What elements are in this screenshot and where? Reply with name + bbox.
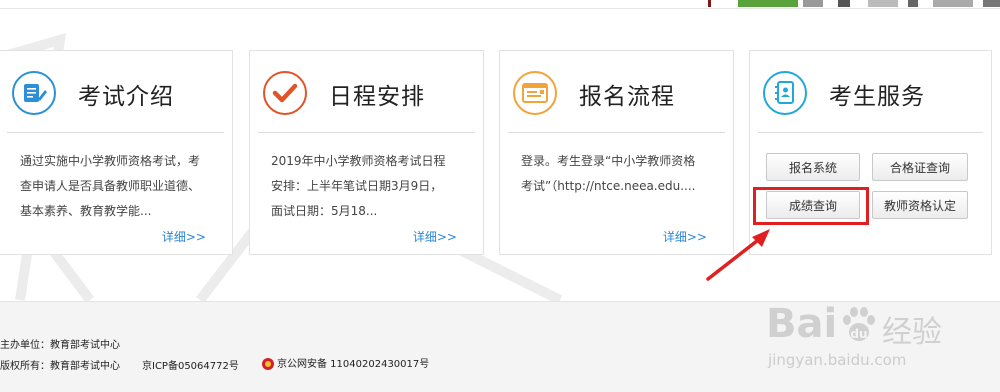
card-exam-intro: 考试介绍 通过实施中小学教师资格考试，考 查申请人是否具备教师职业道德、 基本素… bbox=[0, 50, 233, 255]
police-record-text: 京公网安备 11040202430017号 bbox=[277, 359, 430, 370]
footer-copyright: 版权所有：教育部考试中心 bbox=[0, 361, 120, 372]
annotation-arrow-icon bbox=[706, 229, 770, 281]
divider bbox=[508, 132, 725, 133]
card-title: 考试介绍 bbox=[78, 84, 174, 110]
checkmark-icon bbox=[263, 71, 307, 115]
card-title: 报名流程 bbox=[579, 84, 675, 110]
footer-host: 主办单位：教育部考试中心 bbox=[0, 340, 120, 351]
icp-link[interactable]: 京ICP备05064772号 bbox=[142, 357, 239, 372]
card-registration-process: 报名流程 登录。考生登录“中小学教师资格 考试”（http://ntce.nee… bbox=[499, 50, 734, 255]
baidu-watermark: Bai du 经验 jingyan.baidu.com bbox=[760, 301, 1000, 391]
divider bbox=[758, 132, 983, 133]
watermark-brand: Bai bbox=[766, 301, 838, 347]
card-description: 通过实施中小学教师资格考试，考 查申请人是否具备教师职业道德、 基本素养、教育教… bbox=[20, 149, 220, 224]
desc-line: 通过实施中小学教师资格考试，考 bbox=[20, 154, 201, 168]
browser-form-icon bbox=[513, 71, 557, 115]
banner-image-strip bbox=[708, 0, 1000, 7]
paw-icon: du bbox=[843, 307, 875, 341]
divider bbox=[258, 132, 475, 133]
desc-line: 安排：上半年笔试日期3月9日， bbox=[271, 179, 443, 193]
certificate-query-button[interactable]: 合格证查询 bbox=[872, 153, 968, 181]
desc-line: 考试”（http://ntce.neea.edu.... bbox=[521, 179, 696, 193]
card-schedule: 日程安排 2019年中小学教师资格考试日程 安排：上半年笔试日期3月9日， 面试… bbox=[249, 50, 484, 255]
desc-line: 面试日期：5月18... bbox=[271, 204, 378, 218]
details-link[interactable]: 详细>> bbox=[413, 228, 457, 245]
svg-text:du: du bbox=[850, 327, 867, 341]
watermark-url: jingyan.baidu.com bbox=[768, 351, 907, 369]
police-badge-icon bbox=[262, 358, 274, 370]
divider bbox=[7, 132, 224, 133]
desc-line: 登录。考生登录“中小学教师资格 bbox=[521, 154, 696, 168]
contact-book-icon bbox=[763, 71, 807, 115]
watermark-label: 经验 bbox=[882, 315, 942, 350]
card-title: 日程安排 bbox=[329, 84, 425, 110]
desc-line: 查申请人是否具备教师职业道德、 bbox=[20, 179, 201, 193]
highlight-box bbox=[753, 187, 869, 225]
card-title: 考生服务 bbox=[829, 84, 925, 110]
document-edit-icon bbox=[12, 71, 56, 115]
desc-line: 2019年中小学教师资格考试日程 bbox=[271, 154, 446, 168]
teacher-qualification-button[interactable]: 教师资格认定 bbox=[872, 191, 968, 219]
card-description: 2019年中小学教师资格考试日程 安排：上半年笔试日期3月9日， 面试日期：5月… bbox=[271, 149, 471, 224]
details-link[interactable]: 详细>> bbox=[162, 228, 206, 245]
desc-line: 基本素养、教育教学能... bbox=[20, 204, 152, 218]
police-record[interactable]: 京公网安备 11040202430017号 bbox=[262, 355, 429, 370]
card-description: 登录。考生登录“中小学教师资格 考试”（http://ntce.neea.edu… bbox=[521, 149, 721, 199]
register-system-button[interactable]: 报名系统 bbox=[766, 153, 860, 181]
